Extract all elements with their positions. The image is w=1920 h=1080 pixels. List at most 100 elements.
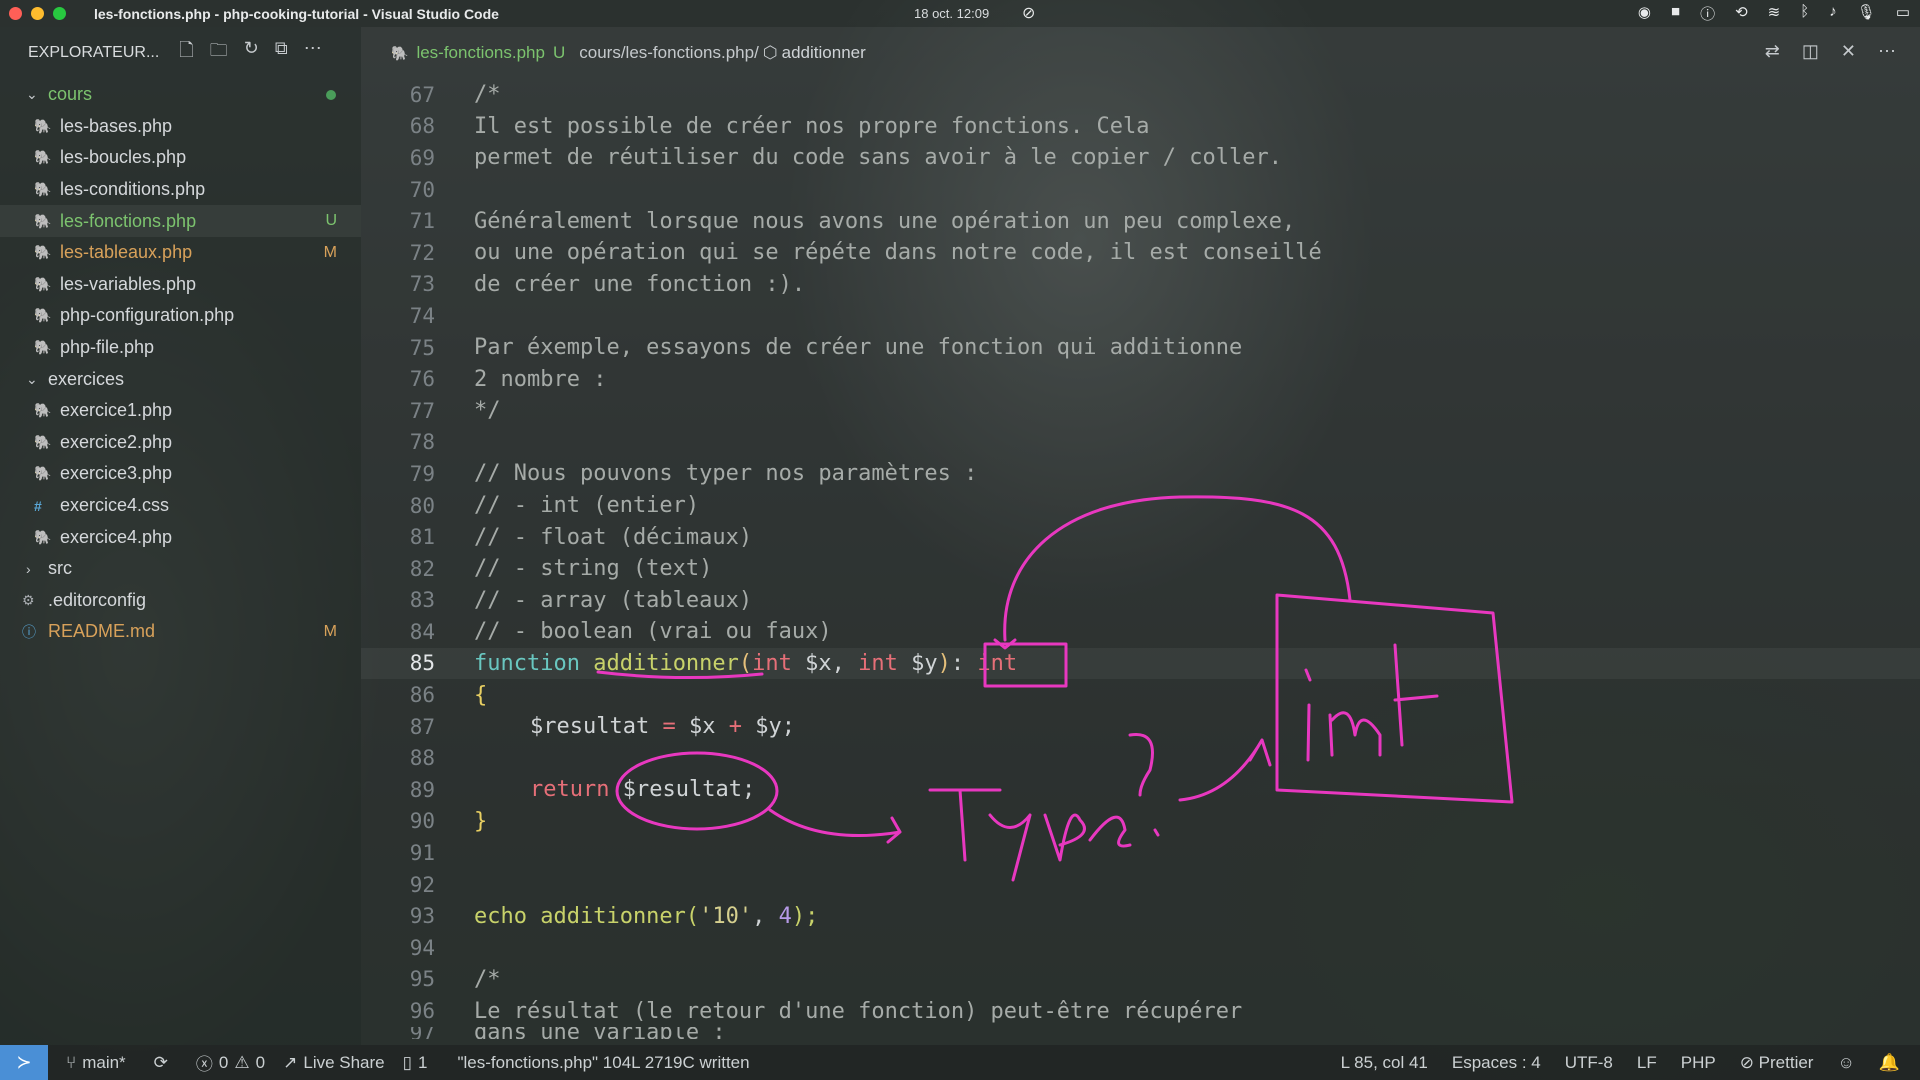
line-number: 92	[409, 872, 435, 897]
line-text: $resultat = $x + $y;	[530, 714, 795, 739]
warning-count: 0	[255, 1052, 266, 1072]
branch-indicator[interactable]: ⑂ main*	[66, 1053, 126, 1073]
file-label: README.md	[48, 621, 156, 642]
wifi-icon[interactable]: ≋	[1768, 3, 1781, 24]
editor-tabbar: 🐘 les-fonctions.php U cours/les-fonction…	[361, 27, 1920, 79]
volume-icon[interactable]: ♪	[1829, 3, 1837, 24]
line-number: 89	[409, 777, 435, 802]
remote-indicator-button[interactable]: ≻	[0, 1045, 48, 1080]
file-item[interactable]: 🐘 les-boucles.php	[0, 142, 361, 174]
close-icon[interactable]: ✕	[1841, 41, 1856, 62]
zoom-window-button[interactable]	[53, 7, 66, 20]
line-text: // - int (entier)	[474, 493, 700, 519]
bell-icon[interactable]: 🔔	[1879, 1053, 1900, 1073]
line-number: 96	[409, 999, 435, 1024]
bluetooth-icon[interactable]: ᛒ	[1800, 3, 1809, 24]
cursor-position[interactable]: L 85, col 41	[1341, 1053, 1428, 1073]
file-item[interactable]: # exercice4.css	[0, 490, 361, 522]
split-editor-icon[interactable]: ◫	[1802, 41, 1819, 62]
more-actions-icon[interactable]: ⋯	[1878, 41, 1896, 62]
minimize-window-button[interactable]	[31, 7, 44, 20]
file-icon: ▯	[402, 1052, 412, 1072]
screen-record-icon[interactable]: ◉	[1638, 3, 1651, 24]
code-view[interactable]: 67 /* 68 Il est possible de créer nos prop…	[361, 79, 1920, 1039]
variable-y: $y;	[755, 714, 795, 740]
line-text: /*	[474, 966, 501, 992]
chevron-down-icon: ⌄	[26, 370, 38, 387]
collapse-all-icon[interactable]: ⧉	[275, 38, 288, 68]
code-line: 93 echo additionner('10', 4);	[361, 900, 1920, 932]
new-folder-icon[interactable]: 🗀	[210, 38, 228, 68]
php-file-icon: 🐘	[34, 244, 52, 261]
file-item[interactable]: ⚙ .editorconfig	[0, 585, 361, 617]
line-text: 2 nombre :	[474, 366, 607, 392]
file-item-active[interactable]: 🐘 les-fonctions.php U	[0, 205, 361, 237]
file-item[interactable]: 🐘 les-conditions.php	[0, 174, 361, 206]
folder-cours[interactable]: ⌄ cours	[0, 79, 361, 111]
folder-exercices[interactable]: ⌄ exercices	[0, 363, 361, 395]
file-item[interactable]: 🐘 les-variables.php	[0, 269, 361, 301]
close-window-button[interactable]	[9, 7, 22, 20]
file-item[interactable]: 🐘 exercice1.php	[0, 395, 361, 427]
compare-changes-icon[interactable]: ⇄	[1765, 41, 1780, 62]
code-line: 78	[361, 427, 1920, 459]
line-number: 91	[409, 841, 435, 866]
live-share-button[interactable]: ↗ Live Share	[283, 1053, 385, 1073]
refresh-icon[interactable]: ↻	[244, 38, 259, 68]
breadcrumb-symbol[interactable]: additionner	[782, 43, 866, 63]
live-share-label: Live Share	[303, 1052, 385, 1072]
line-text: // - string (text)	[474, 556, 713, 582]
feedback-icon[interactable]: ☺	[1837, 1053, 1854, 1073]
do-not-disturb-icon[interactable]: ⊘	[1022, 3, 1035, 23]
file-item[interactable]: 🐘 exercice2.php	[0, 427, 361, 459]
tab-status-badge: U	[552, 43, 566, 62]
end-of-line[interactable]: LF	[1637, 1053, 1657, 1073]
encoding[interactable]: UTF-8	[1565, 1053, 1613, 1073]
file-item[interactable]: 🐘 php-file.php	[0, 332, 361, 364]
operator-assign: =	[662, 714, 676, 740]
file-item[interactable]: 🐘 exercice4.php	[0, 521, 361, 553]
cube-icon: ⬡	[762, 43, 778, 62]
code-line: 74	[361, 300, 1920, 332]
line-number: 79	[409, 461, 435, 486]
line-text: // Nous pouvons typer nos paramètres :	[474, 461, 978, 487]
file-item[interactable]: 🐘 exercice3.php	[0, 458, 361, 490]
type-hint: int	[858, 650, 898, 676]
file-item[interactable]: ⓘ README.md M	[0, 616, 361, 648]
file-item[interactable]: 🐘 les-bases.php	[0, 111, 361, 143]
problems-indicator[interactable]: ⓧ 0 ⚠ 0	[196, 1050, 265, 1075]
count-label: 1	[418, 1052, 428, 1072]
tab-les-fonctions[interactable]: les-fonctions.php	[416, 43, 545, 63]
code-line: 96 Le résultat (le retour d'une fonction)…	[361, 995, 1920, 1027]
line-text: function additionner(int $x, int $y): in…	[474, 651, 1017, 676]
zoom-app-icon[interactable]: ■	[1671, 3, 1680, 24]
line-text: {	[474, 682, 488, 708]
modified-badge: M	[323, 622, 337, 640]
indentation[interactable]: Espaces : 4	[1452, 1053, 1541, 1073]
battery-icon[interactable]: ▭	[1896, 3, 1910, 24]
line-number: 78	[409, 430, 435, 455]
info-icon[interactable]: ⓘ	[1700, 3, 1715, 24]
file-label: exercice2.php	[60, 431, 173, 452]
more-actions-icon[interactable]: ⋯	[304, 38, 322, 68]
prettier-status[interactable]: ⊘ Prettier	[1740, 1053, 1814, 1073]
sync-button[interactable]: ⟳	[154, 1053, 168, 1073]
sync-icon[interactable]: ⟲	[1735, 3, 1748, 24]
status-right: L 85, col 41 Espaces : 4 UTF-8 LF PHP ⊘ …	[1341, 1053, 1900, 1073]
code-line: 94	[361, 932, 1920, 964]
line-text: Par éxemple, essayons de créer une fonct…	[474, 335, 1243, 361]
notification-count[interactable]: ▯ 1	[403, 1053, 428, 1073]
microphone-icon[interactable]: 🎙	[1857, 3, 1876, 24]
line-text: de créer une fonction :).	[474, 271, 806, 297]
untracked-badge: U	[325, 212, 337, 230]
breadcrumb-path[interactable]: cours/les-fonctions.php/	[579, 43, 759, 63]
new-file-icon[interactable]: 🗋	[179, 38, 193, 68]
code-line: 86 {	[361, 679, 1920, 711]
editor-area: 🐘 les-fonctions.php U cours/les-fonction…	[361, 27, 1920, 1045]
file-item[interactable]: 🐘 les-tableaux.php M	[0, 237, 361, 269]
modified-dot-icon	[326, 89, 336, 100]
file-item[interactable]: 🐘 php-configuration.php	[0, 300, 361, 332]
modified-badge: M	[323, 243, 337, 261]
language-mode[interactable]: PHP	[1681, 1053, 1716, 1073]
folder-src[interactable]: › src	[0, 553, 361, 585]
